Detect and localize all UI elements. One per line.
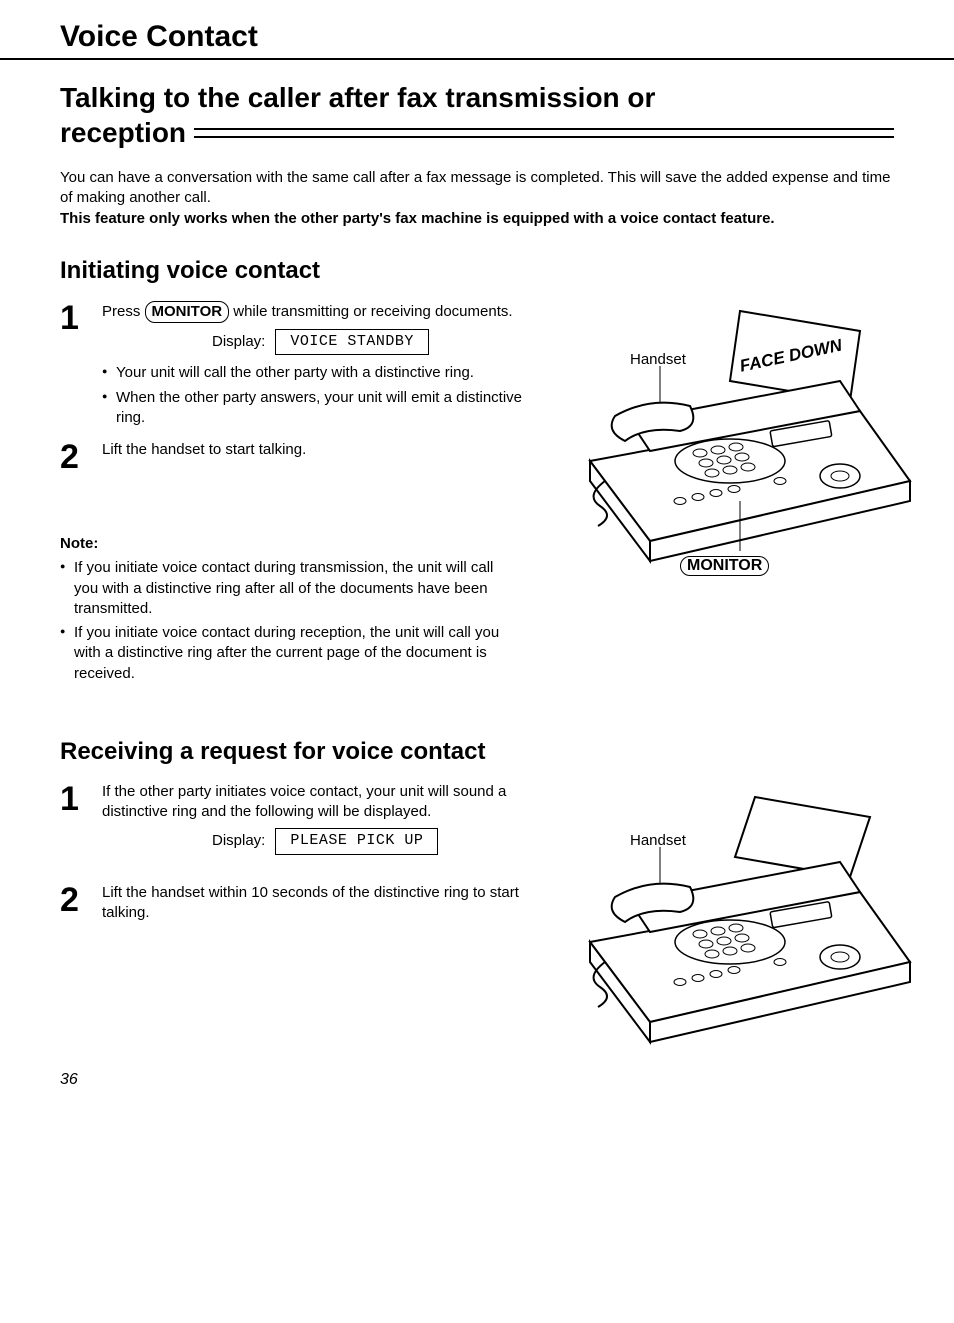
page-header: Voice Contact: [60, 20, 894, 54]
display-label: Display:: [212, 831, 265, 851]
section-initiating-head: Initiating voice contact: [60, 257, 894, 285]
fax-machine-icon: FACE DOWN: [560, 301, 920, 581]
figure-2: Handset: [560, 782, 920, 1067]
title-rule-icon: [194, 128, 894, 138]
bullet-item: When the other party answers, your unit …: [102, 388, 522, 429]
s1-step1-text-a: Press: [102, 303, 145, 320]
step-number: 1: [60, 301, 88, 335]
figure-1: Handset FACE DOWN: [560, 301, 920, 688]
display-value-standby: VOICE STANDBY: [275, 329, 429, 355]
monitor-key-icon: MONITOR: [145, 301, 230, 323]
s1-step2: 2 Lift the handset to start talking.: [60, 440, 540, 474]
fig2-handset-label: Handset: [630, 832, 686, 849]
intro-text-2: This feature only works when the other p…: [60, 209, 894, 229]
step-number: 2: [60, 440, 88, 474]
note-item: If you initiate voice contact during rec…: [60, 623, 500, 684]
fax-machine-icon: [560, 782, 920, 1062]
main-title-line2: reception: [60, 115, 186, 150]
s2-step2-text: Lift the handset within 10 seconds of th…: [102, 883, 522, 924]
header-divider: [0, 58, 954, 60]
intro-text-1: You can have a conversation with the sam…: [60, 168, 894, 209]
section-receiving-head: Receiving a request for voice contact: [60, 738, 894, 766]
note-head: Note:: [60, 534, 500, 554]
display-label: Display:: [212, 332, 265, 352]
s1-step2-text: Lift the handset to start talking.: [102, 440, 306, 460]
main-title-line1: Talking to the caller after fax transmis…: [60, 80, 894, 115]
s1-step1: 1 Press MONITOR while transmitting or re…: [60, 301, 540, 432]
main-title-block: Talking to the caller after fax transmis…: [60, 80, 894, 150]
step-number: 2: [60, 883, 88, 917]
fig1-monitor-label: MONITOR: [680, 556, 769, 576]
s1-step1-bullets: Your unit will call the other party with…: [102, 363, 522, 428]
page-number: 36: [60, 1071, 78, 1089]
s2-step2: 2 Lift the handset within 10 seconds of …: [60, 883, 540, 924]
fig1-handset-label: Handset: [630, 351, 686, 368]
s2-step1-text: If the other party initiates voice conta…: [102, 783, 506, 820]
step-number: 1: [60, 782, 88, 816]
s1-step1-text-b: while transmitting or receiving document…: [229, 303, 512, 320]
intro-block: You can have a conversation with the sam…: [60, 168, 894, 229]
display-value-pickup: PLEASE PICK UP: [275, 828, 438, 854]
note-item: If you initiate voice contact during tra…: [60, 558, 500, 619]
bullet-item: Your unit will call the other party with…: [102, 363, 522, 383]
s2-step1: 1 If the other party initiates voice con…: [60, 782, 540, 863]
note-block: Note: If you initiate voice contact duri…: [60, 534, 500, 684]
